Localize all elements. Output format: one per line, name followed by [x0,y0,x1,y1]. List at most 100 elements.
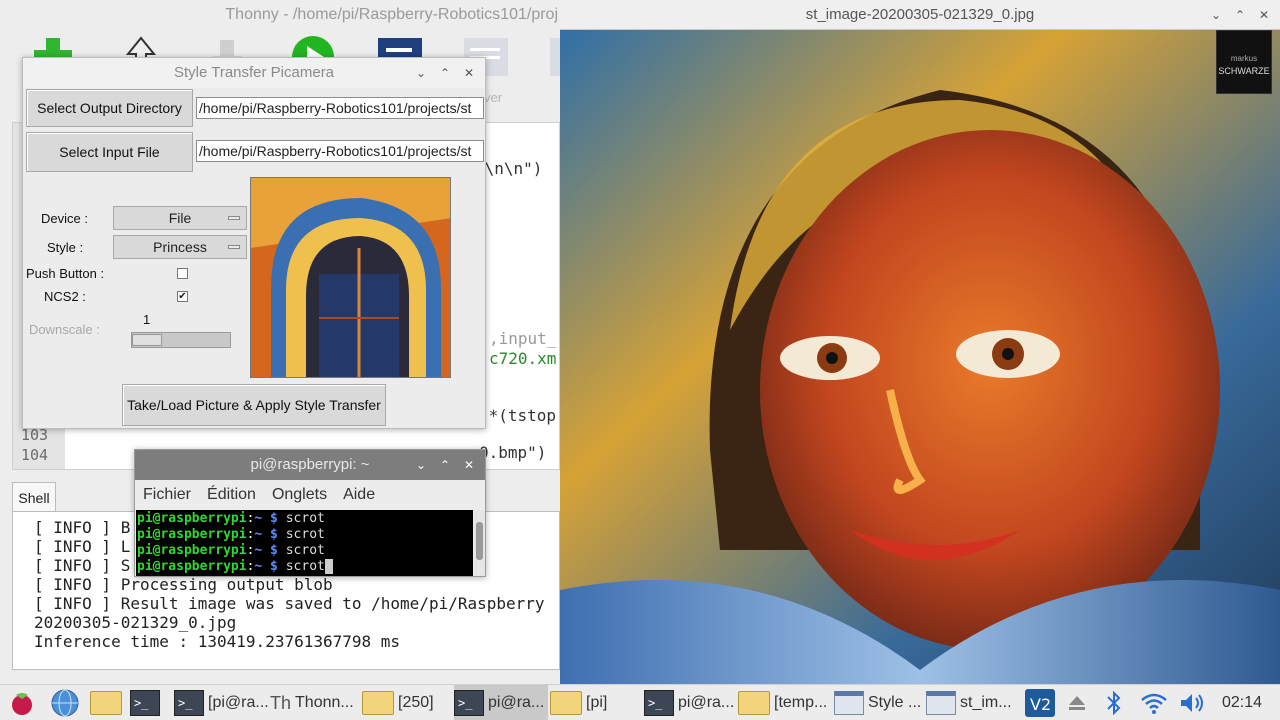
terminal-titlebar[interactable]: pi@raspberrypi: ~ ⌄ ⌃ ✕ [135,450,485,480]
shell-line: Inference time : 130419.23761367798 ms [34,632,401,651]
taskbar-item-label: [pi] [586,694,608,711]
viewer-titlebar[interactable]: st_image-20200305-021329_0.jpg ⌄ ⌃ ✕ [560,0,1280,30]
dialog-titlebar[interactable]: Style Transfer Picamera ⌄ ⌃ ✕ [23,58,485,88]
shell-line: 20200305-021329_0.jpg [34,613,237,632]
menu-edition[interactable]: Édition [207,486,256,504]
menu-onglets[interactable]: Onglets [272,486,327,504]
terminal-output[interactable]: pi@raspberrypi:~ $ scrot pi@raspberrypi:… [136,510,473,576]
terminal-window: pi@raspberrypi: ~ ⌄ ⌃ ✕ Fichier Édition … [134,449,486,577]
chevron-up-icon[interactable]: ⌃ [437,457,453,473]
chevron-down-icon[interactable]: ⌄ [413,457,429,473]
shell-line: [ INFO ] L [34,537,131,556]
terminal-launcher-icon[interactable]: >_ [130,685,166,720]
eject-icon[interactable] [1066,685,1092,720]
dropdown-indicator-icon [228,216,240,220]
viewer-title: st_image-20200305-021329_0.jpg [805,6,1035,23]
chevron-down-icon[interactable]: ⌄ [413,65,429,81]
terminal-icon: >_ [174,690,204,716]
ncs2-label: NCS2 : [44,289,86,304]
taskbar-item-terminal-active[interactable]: >_ pi@ra... [454,685,548,720]
slider-handle[interactable] [132,334,162,346]
terminal-line: pi@raspberrypi:~ $ scrot [137,543,325,558]
downscale-label: Downscale : [29,322,100,337]
folder-icon [90,691,122,715]
close-icon[interactable]: ✕ [461,457,477,473]
downscale-slider[interactable] [131,332,231,348]
taskbar-item-image-viewer[interactable]: st_im... [926,685,1016,720]
close-icon[interactable]: ✕ [461,65,477,81]
taskbar-item-label: Style ... [868,694,922,711]
folder-icon [738,691,770,715]
svg-text:V2: V2 [1030,695,1051,714]
volume-icon[interactable] [1178,685,1208,720]
window-icon [834,691,864,715]
terminal-scrollbar[interactable] [474,510,485,576]
taskbar-item-style-transfer[interactable]: Style ... [834,685,924,720]
shell-line: [ INFO ] S [34,556,131,575]
taskbar-item-thonny[interactable]: Th Thonn... [270,685,360,720]
watermark-logo: markus SCHWARZE [1216,30,1272,94]
code-line: c720.xm [489,349,557,368]
code-line: )*(tstop [479,406,557,425]
scrollbar-thumb[interactable] [476,522,483,560]
taskbar-item-label: Thonn... [295,694,354,711]
taskbar-item-folder-temp[interactable]: [temp... [738,685,830,720]
raspberry-menu-icon[interactable] [8,685,38,720]
preview-image [250,177,451,378]
chevron-up-icon[interactable]: ⌃ [1232,7,1248,23]
shell-line: [ INFO ] B [34,518,131,537]
select-output-directory-button[interactable]: Select Output Directory [26,89,193,127]
apply-style-transfer-button[interactable]: Take/Load Picture & Apply Style Transfer [122,384,386,426]
style-select[interactable]: Princess [113,235,247,259]
taskbar-item-terminal-2[interactable]: >_ pi@ra... [644,685,736,720]
input-file-field[interactable]: /home/pi/Raspberry-Robotics101/projects/… [196,140,484,162]
shell-line: [ INFO ] Result image was saved to /home… [34,594,545,613]
taskbar: >_ >_ [pi@ra... Th Thonn... [250] >_ pi@ra.… [0,684,1280,720]
stylized-portrait-image [560,30,1280,684]
file-manager-icon[interactable] [90,685,126,720]
downscale-value: 1 [143,312,151,327]
ncs2-checkbox[interactable]: ✔ [177,291,188,302]
toolbar-label: ver [484,90,503,105]
terminal-icon: >_ [454,690,484,716]
globe-icon[interactable] [50,685,84,720]
menu-aide[interactable]: Aide [343,486,375,504]
folder-icon [362,691,394,715]
device-label: Device : [41,211,88,226]
terminal-line: pi@raspberrypi:~ $ scrot [137,527,325,542]
thonny-title: Thonny - /home/pi/Raspberry-Robotics101/… [225,6,558,23]
chevron-up-icon[interactable]: ⌃ [437,65,453,81]
watermark-line: SCHWARZE [1218,66,1270,76]
style-transfer-dialog: Style Transfer Picamera ⌄ ⌃ ✕ Select Out… [22,57,486,429]
image-viewer-window: st_image-20200305-021329_0.jpg ⌄ ⌃ ✕ mar… [560,0,1280,684]
clock[interactable]: 02:14 [1222,685,1262,720]
taskbar-item-terminal[interactable]: >_ [pi@ra... [174,685,268,720]
close-icon[interactable]: ✕ [1256,7,1272,23]
menu-fichier[interactable]: Fichier [143,486,191,504]
tab-shell[interactable]: Shell [12,482,56,512]
taskbar-item-label: pi@ra... [488,694,545,711]
device-select[interactable]: File [113,206,247,230]
chevron-down-icon[interactable]: ⌄ [1208,7,1224,23]
shell-line: [ INFO ] Processing output blob [34,575,333,594]
terminal-menubar: Fichier Édition Onglets Aide [135,480,485,510]
taskbar-item-label: [250] [398,694,434,711]
select-input-file-button[interactable]: Select Input File [26,132,193,172]
taskbar-item-label: pi@ra... [678,694,735,711]
terminal-icon: >_ [130,690,160,716]
push-button-checkbox[interactable] [177,268,188,279]
output-directory-field[interactable]: /home/pi/Raspberry-Robotics101/projects/… [196,97,484,119]
taskbar-item-folder-250[interactable]: [250] [362,685,452,720]
style-select-value: Princess [153,239,207,255]
vnc-icon[interactable]: V2 [1024,685,1058,720]
thonny-icon: Th [270,692,292,713]
wifi-icon[interactable] [1140,685,1170,720]
terminal-icon: >_ [644,690,674,716]
terminal-line: pi@raspberrypi:~ $ scrot_ [137,559,333,574]
push-button-label: Push Button : [26,266,105,281]
taskbar-item-folder-pi[interactable]: [pi] [550,685,640,720]
style-label: Style : [47,240,84,255]
bluetooth-icon[interactable] [1104,685,1128,720]
code-line: ,input_ [489,329,557,348]
taskbar-item-label: st_im... [960,694,1012,711]
